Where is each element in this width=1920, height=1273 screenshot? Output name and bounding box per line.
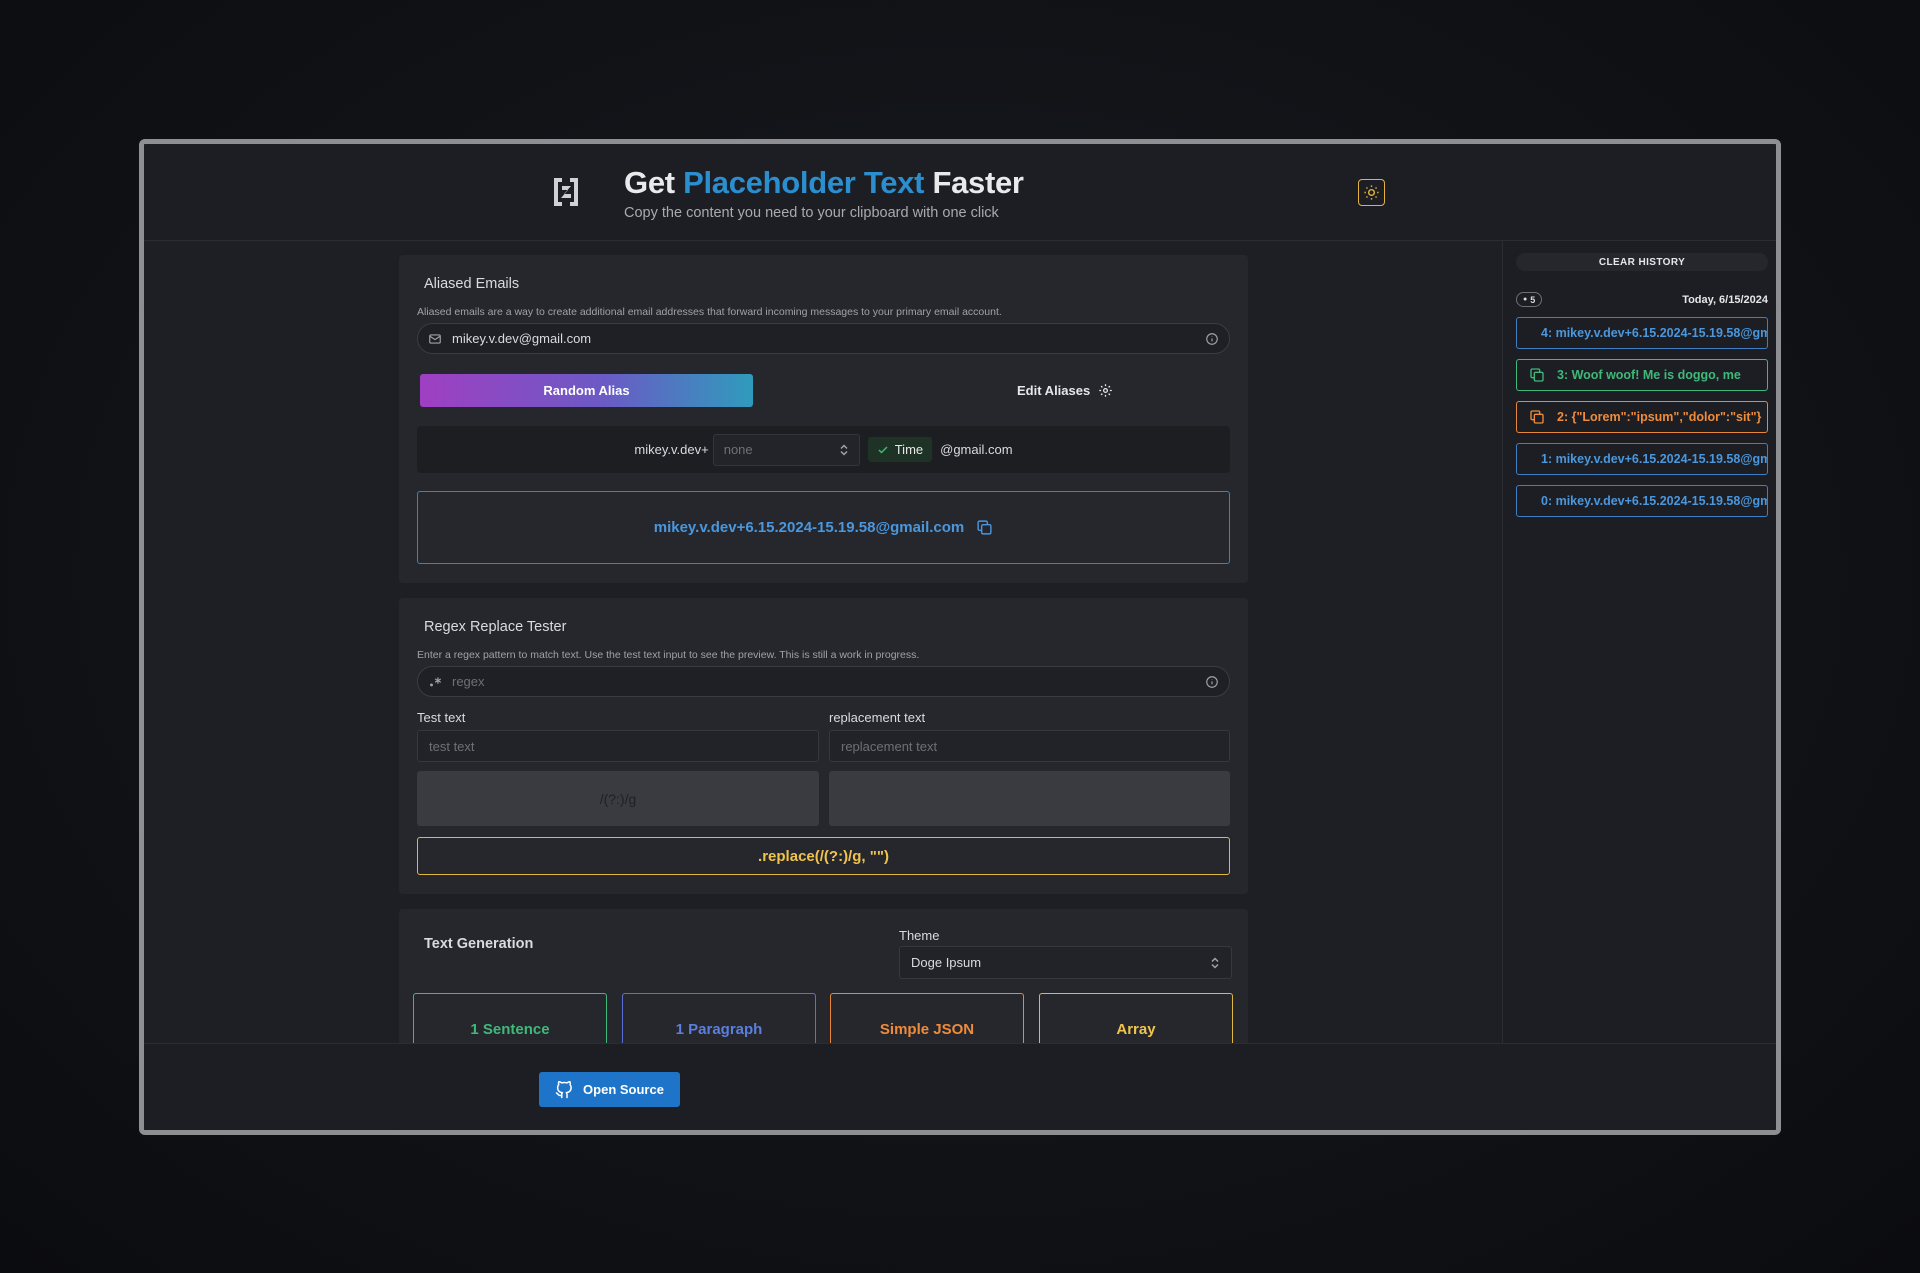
alias-prefix: mikey.v.dev+ [634,442,709,457]
info-icon[interactable] [1205,332,1219,346]
history-item-text: 1: mikey.v.dev+6.15.2024-15.19.58@gmail.… [1541,452,1767,466]
history-date: Today, 6/15/2024 [1682,294,1768,306]
test-text-label: Test text [417,710,466,725]
history-item[interactable]: 1: mikey.v.dev+6.15.2024-15.19.58@gmail.… [1516,443,1768,475]
regex-icon [430,676,442,686]
history-item[interactable]: 3: Woof woof! Me is doggo, me [1516,359,1768,391]
theme-select[interactable]: Doge Ipsum [899,946,1232,979]
chevron-updown-icon [1211,956,1219,969]
alias-select-value: none [723,442,753,457]
random-alias-button[interactable]: Random Alias [420,374,753,407]
edit-aliases-button[interactable]: Edit Aliases [1017,374,1113,407]
theme-label: Theme [899,928,940,943]
logo-icon [554,178,578,206]
replacement-text-placeholder: replacement text [841,738,938,754]
main-content: Aliased Emails Aliased emails are a way … [144,241,1502,1043]
check-icon [878,445,888,454]
regex-placeholder: regex [452,674,485,689]
time-toggle[interactable]: Time [867,437,933,462]
github-icon [555,1080,572,1098]
history-count: 5 [1530,294,1536,305]
replacement-preview [829,771,1230,826]
footer: Open Source [144,1043,1776,1130]
history-item-text: 0: mikey.v.dev+6.15.2024-15.19.58@gmail.… [1541,494,1767,508]
copy-icon [1530,410,1544,424]
info-icon[interactable] [1205,675,1219,689]
alias-builder: mikey.v.dev+ none Time @gmail.com [417,426,1230,473]
app-window: Get Placeholder Text Faster Copy the con… [139,139,1781,1135]
one-paragraph-button[interactable]: 1 Paragraph [622,993,816,1043]
clear-history-button[interactable]: CLEAR HISTORY [1516,253,1768,271]
title-pre: Get [624,165,675,200]
theme-toggle-button[interactable] [1358,179,1385,206]
array-button[interactable]: Array [1039,993,1233,1043]
history-item-text: 3: Woof woof! Me is doggo, me [1557,368,1741,382]
test-text-placeholder: test text [429,738,475,754]
text-generation-card: Text Generation Theme Doge Ipsum 1 Sente… [399,909,1248,1043]
history-item[interactable]: 0: mikey.v.dev+6.15.2024-15.19.58@gmail.… [1516,485,1768,517]
simple-json-button[interactable]: Simple JSON [830,993,1024,1043]
header: Get Placeholder Text Faster Copy the con… [144,144,1776,241]
page-title: Get Placeholder Text Faster [624,165,1024,201]
history-item-text: 4: mikey.v.dev+6.15.2024-15.19.58@gmail.… [1541,326,1767,340]
card-title: Aliased Emails [424,276,520,292]
regex-input[interactable]: regex [417,666,1230,697]
history-sidebar: CLEAR HISTORY ● 5 Today, 6/15/2024 4: mi… [1502,241,1776,1043]
alias-result: mikey.v.dev+6.15.2024-15.19.58@gmail.com [653,519,965,536]
alias-domain: @gmail.com [940,442,1013,457]
dot-icon: ● [1523,296,1528,303]
test-text-input[interactable]: test text [417,730,819,762]
card-title: Text Generation [424,936,534,952]
gear-icon [1099,384,1112,397]
copy-icon [1530,368,1544,382]
page-subtitle: Copy the content you need to your clipbo… [624,205,999,221]
theme-select-value: Doge Ipsum [911,955,982,970]
history-item-text: 2: {"Lorem":"ipsum","dolor":"sit"} [1557,410,1762,424]
sun-icon [1364,185,1379,200]
open-source-label: Open Source [583,1082,664,1097]
title-accent: Placeholder Text [683,165,925,200]
aliased-emails-card: Aliased Emails Aliased emails are a way … [399,255,1248,583]
chevron-updown-icon [840,443,848,456]
replacement-text-input[interactable]: replacement text [829,730,1230,762]
alias-select[interactable]: none [712,433,860,466]
replacement-text-label: replacement text [829,710,926,725]
alias-result-copy[interactable]: mikey.v.dev+6.15.2024-15.19.58@gmail.com [417,491,1230,564]
title-post: Faster [932,165,1024,200]
regex-card: Regex Replace Tester Enter a regex patte… [399,598,1248,894]
mail-icon [429,333,441,344]
card-description: Enter a regex pattern to match text. Use… [417,649,920,661]
card-description: Aliased emails are a way to create addit… [417,306,1002,318]
history-count-badge: ● 5 [1516,292,1543,307]
replace-expression-copy[interactable]: .replace(/(?:)/g, "") [417,837,1230,875]
one-sentence-button[interactable]: 1 Sentence [413,993,607,1043]
email-value: mikey.v.dev@gmail.com [452,331,592,346]
history-item[interactable]: 2: {"Lorem":"ipsum","dolor":"sit"} [1516,401,1768,433]
edit-aliases-label: Edit Aliases [1017,383,1091,398]
time-label: Time [894,442,924,457]
copy-icon [977,520,992,535]
email-field[interactable]: mikey.v.dev@gmail.com [417,323,1230,354]
regex-preview: /(?:)/g [417,771,819,826]
open-source-button[interactable]: Open Source [539,1072,680,1107]
card-title: Regex Replace Tester [424,619,567,635]
history-item[interactable]: 4: mikey.v.dev+6.15.2024-15.19.58@gmail.… [1516,317,1768,349]
